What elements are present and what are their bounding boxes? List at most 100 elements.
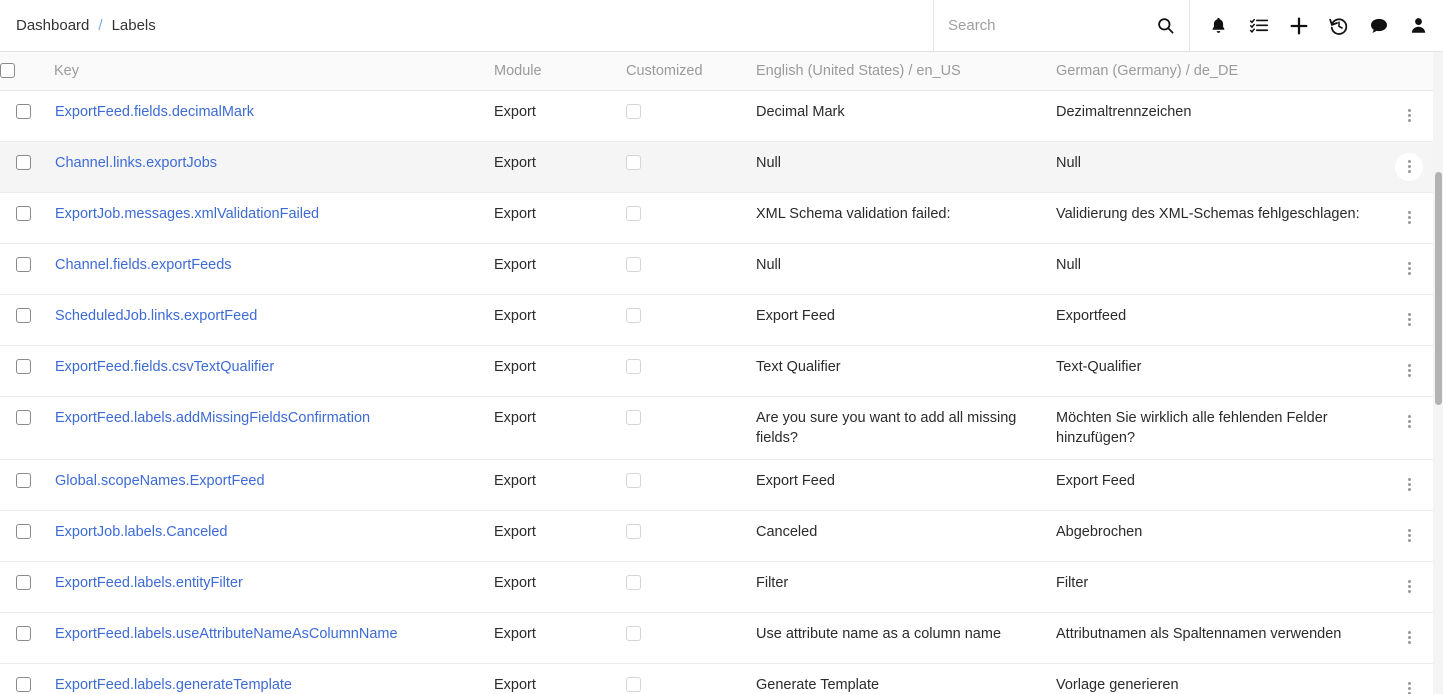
top-bar: Dashboard / Labels: [0, 0, 1443, 52]
row-key-cell: ScheduledJob.links.exportFeed: [54, 294, 494, 346]
vertical-scrollbar-thumb[interactable]: [1435, 172, 1442, 405]
search-box: [933, 0, 1189, 51]
row-customized-checkbox[interactable]: [626, 206, 641, 222]
table-row[interactable]: ScheduledJob.links.exportFeed Export Expor…: [0, 294, 1433, 346]
column-header-module[interactable]: Module: [494, 52, 626, 91]
row-select-checkbox[interactable]: [16, 359, 31, 375]
row-en-us-cell: Null: [756, 141, 1056, 193]
row-customized-checkbox[interactable]: [626, 677, 641, 693]
search-icon[interactable]: [1155, 15, 1176, 36]
table-row[interactable]: ExportFeed.labels.generateTemplate Export…: [0, 663, 1433, 694]
row-select-cell: [0, 510, 54, 562]
row-customized-checkbox[interactable]: [626, 257, 641, 273]
row-select-cell: [0, 612, 54, 664]
row-select-checkbox[interactable]: [16, 473, 31, 489]
row-actions-cell: [1393, 192, 1433, 244]
row-en-us-cell: Export Feed: [756, 294, 1056, 346]
row-menu-icon[interactable]: [1395, 624, 1423, 652]
row-customized-checkbox[interactable]: [626, 575, 641, 591]
row-select-checkbox[interactable]: [16, 626, 31, 642]
row-customized-checkbox[interactable]: [626, 524, 641, 540]
row-select-checkbox[interactable]: [16, 410, 31, 426]
row-customized-checkbox[interactable]: [626, 626, 641, 642]
label-key-link[interactable]: ExportFeed.labels.useAttributeNameAsColu…: [55, 626, 398, 642]
row-menu-icon[interactable]: [1395, 306, 1423, 334]
row-menu-icon[interactable]: [1395, 152, 1423, 181]
label-key-link[interactable]: Channel.links.exportJobs: [55, 155, 217, 171]
label-key-link[interactable]: ExportJob.labels.Canceled: [55, 524, 228, 540]
messages-icon[interactable]: [1368, 15, 1389, 36]
vertical-scrollbar[interactable]: [1433, 52, 1443, 694]
label-key-link[interactable]: Global.scopeNames.ExportFeed: [55, 473, 265, 489]
breadcrumb-current: Labels: [111, 17, 156, 34]
row-select-checkbox[interactable]: [16, 155, 31, 171]
row-menu-icon[interactable]: [1395, 102, 1423, 130]
label-key-link[interactable]: ExportJob.messages.xmlValidationFailed: [55, 206, 319, 222]
breadcrumb: Dashboard / Labels: [0, 0, 933, 51]
label-key-link[interactable]: ScheduledJob.links.exportFeed: [55, 308, 257, 324]
row-select-checkbox[interactable]: [16, 677, 31, 693]
breadcrumb-root[interactable]: Dashboard: [16, 17, 89, 34]
label-key-link[interactable]: ExportFeed.labels.addMissingFieldsConfir…: [55, 410, 370, 426]
row-actions-cell: [1393, 141, 1433, 193]
row-select-checkbox[interactable]: [16, 308, 31, 324]
table-row[interactable]: ExportFeed.fields.decimalMark Export Decim…: [0, 90, 1433, 142]
table-row[interactable]: ExportFeed.labels.useAttributeNameAsColu…: [0, 612, 1433, 664]
plus-icon[interactable]: [1288, 15, 1309, 36]
column-header-customized[interactable]: Customized: [626, 52, 756, 91]
row-menu-icon[interactable]: [1395, 204, 1423, 232]
table-row[interactable]: ExportJob.labels.Canceled Export Canceled A…: [0, 510, 1433, 562]
row-module-cell: Export: [494, 396, 626, 460]
row-select-checkbox[interactable]: [16, 524, 31, 540]
row-menu-icon[interactable]: [1395, 357, 1423, 385]
table-row[interactable]: Channel.fields.exportFeeds Export Null Null: [0, 243, 1433, 295]
row-customized-checkbox[interactable]: [626, 104, 641, 120]
column-header-actions: [1393, 52, 1433, 91]
row-customized-checkbox[interactable]: [626, 473, 641, 489]
label-key-link[interactable]: ExportFeed.labels.entityFilter: [55, 575, 243, 591]
row-customized-cell: [626, 192, 756, 244]
row-menu-icon[interactable]: [1395, 471, 1423, 499]
table-header: Key Module Customized English (United St…: [0, 52, 1433, 91]
row-select-checkbox[interactable]: [16, 104, 31, 120]
row-customized-checkbox[interactable]: [626, 155, 641, 171]
table-row[interactable]: Channel.links.exportJobs Export Null Null: [0, 141, 1433, 193]
column-header-de-de[interactable]: German (Germany) / de_DE: [1056, 52, 1393, 91]
row-menu-icon[interactable]: [1395, 408, 1423, 436]
column-header-key[interactable]: Key: [54, 52, 494, 91]
table-row[interactable]: ExportJob.messages.xmlValidationFailed Ex…: [0, 192, 1433, 244]
table-row[interactable]: ExportFeed.labels.addMissingFieldsConfir…: [0, 396, 1433, 460]
row-actions-cell: [1393, 612, 1433, 664]
row-select-checkbox[interactable]: [16, 206, 31, 222]
user-icon[interactable]: [1408, 15, 1429, 36]
search-input[interactable]: [948, 17, 1147, 34]
select-all-checkbox[interactable]: [0, 63, 15, 79]
table-row[interactable]: Global.scopeNames.ExportFeed Export Export…: [0, 459, 1433, 511]
row-menu-icon[interactable]: [1395, 522, 1423, 550]
row-menu-icon[interactable]: [1395, 675, 1423, 694]
column-header-en-us[interactable]: English (United States) / en_US: [756, 52, 1056, 91]
notifications-icon[interactable]: [1208, 15, 1229, 36]
table-row[interactable]: ExportFeed.fields.csvTextQualifier Export…: [0, 345, 1433, 397]
row-en-us-cell: XML Schema validation failed:: [756, 192, 1056, 244]
table-row[interactable]: ExportFeed.labels.entityFilter Export Filt…: [0, 561, 1433, 613]
row-customized-checkbox[interactable]: [626, 308, 641, 324]
row-select-cell: [0, 90, 54, 142]
row-key-cell: ExportFeed.fields.decimalMark: [54, 90, 494, 142]
tasks-icon[interactable]: [1248, 15, 1269, 36]
row-en-us-cell: Null: [756, 243, 1056, 295]
label-key-link[interactable]: ExportFeed.fields.decimalMark: [55, 104, 254, 120]
row-select-cell: [0, 459, 54, 511]
row-customized-checkbox[interactable]: [626, 410, 641, 426]
history-icon[interactable]: [1328, 15, 1349, 36]
row-menu-icon[interactable]: [1395, 255, 1423, 283]
labels-table-container[interactable]: Key Module Customized English (United St…: [0, 52, 1443, 694]
row-menu-icon[interactable]: [1395, 573, 1423, 601]
row-select-checkbox[interactable]: [16, 257, 31, 273]
row-select-checkbox[interactable]: [16, 575, 31, 591]
label-key-link[interactable]: ExportFeed.labels.generateTemplate: [55, 677, 292, 693]
label-key-link[interactable]: ExportFeed.fields.csvTextQualifier: [55, 359, 274, 375]
row-customized-checkbox[interactable]: [626, 359, 641, 375]
row-de-de-cell: Exportfeed: [1056, 294, 1393, 346]
label-key-link[interactable]: Channel.fields.exportFeeds: [55, 257, 232, 273]
